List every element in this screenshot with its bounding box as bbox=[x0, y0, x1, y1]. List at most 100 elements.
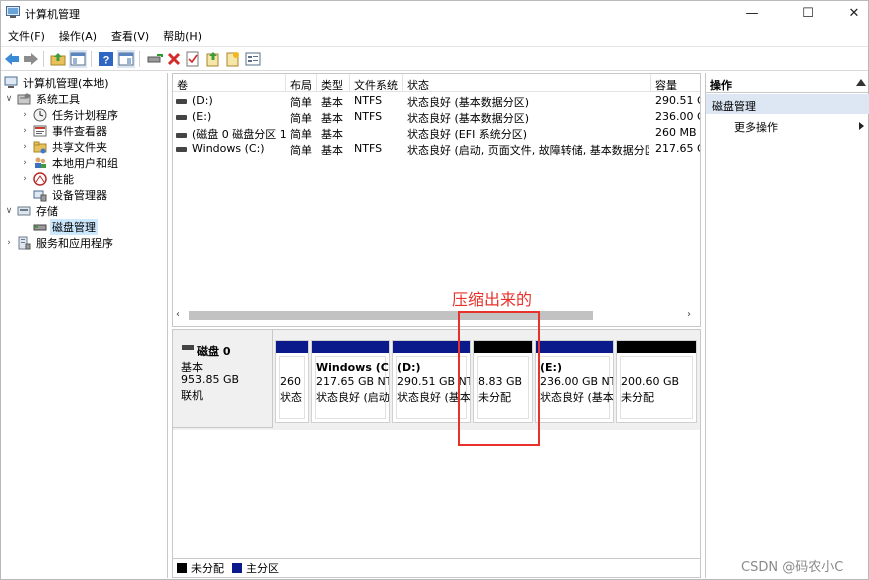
table-row[interactable]: Windows (C:) 简单 基本 NTFS 状态良好 (启动, 页面文件, … bbox=[173, 141, 700, 157]
volume-name: Windows (C:) bbox=[192, 142, 265, 155]
computer-management-window: 计算机管理 — ☐ ✕ 文件(F) 操作(A) 查看(V) 帮助(H) ? 计算… bbox=[0, 0, 869, 580]
close-button[interactable]: ✕ bbox=[831, 1, 869, 25]
volume-filesystem: NTFS bbox=[354, 94, 383, 107]
column-header-status[interactable]: 状态 bbox=[403, 74, 651, 92]
forward-button[interactable] bbox=[22, 50, 40, 68]
volume-layout: 简单 bbox=[290, 112, 312, 125]
chevron-right-icon[interactable]: › bbox=[20, 142, 30, 152]
tree-item-system-tools[interactable]: ∨ 系统工具 bbox=[4, 91, 82, 107]
partition-type-bar bbox=[312, 341, 389, 353]
new-document-icon bbox=[226, 52, 239, 67]
console-tree-icon bbox=[70, 52, 86, 66]
new-item-button[interactable] bbox=[224, 50, 242, 68]
tree-label: 服务和应用程序 bbox=[36, 237, 113, 250]
partition-type-bar bbox=[536, 341, 613, 353]
partition-status: 状态良好 (基本 bbox=[540, 391, 614, 404]
more-actions-item[interactable]: 更多操作 bbox=[734, 119, 778, 135]
show-console-tree-button[interactable] bbox=[69, 50, 87, 68]
partition-unallocated[interactable]: 200.60 GB 未分配 bbox=[616, 340, 697, 423]
menu-view[interactable]: 查看(V) bbox=[104, 26, 156, 45]
column-header-layout[interactable]: 布局 bbox=[286, 74, 317, 92]
watermark: CSDN @码农小C bbox=[741, 560, 844, 575]
toolbar-separator bbox=[139, 51, 140, 67]
submenu-arrow-icon[interactable] bbox=[859, 122, 864, 130]
table-row[interactable]: (磁盘 0 磁盘分区 1) 简单 基本 状态良好 (EFI 系统分区) 260 … bbox=[173, 125, 700, 141]
folder-up-icon bbox=[50, 53, 66, 66]
partition-title: (D:) bbox=[397, 361, 421, 374]
tree-item-device-manager[interactable]: 设备管理器 bbox=[33, 187, 109, 203]
clock-icon bbox=[33, 108, 47, 122]
performance-icon bbox=[33, 172, 47, 186]
volume-list: 卷 布局 类型 文件系统 状态 容量 (D:) 简单 基本 NTFS 状态良好 … bbox=[172, 73, 701, 327]
tree-label: 性能 bbox=[52, 173, 74, 186]
tree-item-shared-folders[interactable]: › 共享文件夹 bbox=[20, 139, 109, 155]
up-level-button[interactable] bbox=[49, 50, 67, 68]
column-header-filesystem[interactable]: 文件系统 bbox=[350, 74, 403, 92]
chevron-right-icon[interactable]: › bbox=[20, 126, 30, 136]
actions-group-disk-management[interactable]: 磁盘管理 bbox=[706, 94, 869, 114]
tree-item-services[interactable]: › 服务和应用程序 bbox=[4, 235, 115, 251]
legend-unallocated-swatch bbox=[177, 562, 187, 573]
services-icon bbox=[17, 236, 31, 250]
disk-graphical-view: 磁盘 0 基本 953.85 GB 联机 260 状态 Windows (C 2… bbox=[172, 329, 701, 578]
chevron-right-icon[interactable]: › bbox=[20, 158, 30, 168]
chevron-right-icon[interactable]: › bbox=[20, 110, 30, 120]
export-list-button[interactable] bbox=[204, 50, 222, 68]
table-row[interactable]: (D:) 简单 基本 NTFS 状态良好 (基本数据分区) 290.51 G bbox=[173, 93, 700, 109]
properties-button[interactable] bbox=[184, 50, 202, 68]
tree-item-performance[interactable]: › 性能 bbox=[20, 171, 76, 187]
annotation-label: 压缩出来的 bbox=[452, 290, 533, 309]
legend-primary-label: 主分区 bbox=[246, 561, 279, 575]
tree-label: 系统工具 bbox=[36, 93, 80, 106]
tree-item-storage[interactable]: ∨ 存储 bbox=[4, 203, 60, 219]
partition-size: 217.65 GB NT bbox=[316, 375, 390, 388]
menu-file[interactable]: 文件(F) bbox=[1, 26, 52, 45]
menu-help[interactable]: 帮助(H) bbox=[156, 26, 209, 45]
menu-action[interactable]: 操作(A) bbox=[52, 26, 104, 45]
tree-item-root[interactable]: 计算机管理(本地) bbox=[4, 75, 111, 91]
volume-type: 基本 bbox=[321, 144, 343, 157]
scroll-left-icon[interactable]: ‹ bbox=[176, 309, 180, 320]
volume-icon bbox=[176, 114, 187, 120]
chevron-right-icon[interactable]: › bbox=[20, 174, 30, 184]
chevron-down-icon[interactable]: ∨ bbox=[4, 206, 14, 216]
disk-list-button[interactable] bbox=[244, 50, 262, 68]
column-header-type[interactable]: 类型 bbox=[317, 74, 350, 92]
chevron-right-icon[interactable]: › bbox=[4, 238, 14, 248]
partition-c[interactable]: Windows (C 217.65 GB NT 状态良好 (启动 bbox=[311, 340, 390, 423]
column-header-volume[interactable]: 卷 bbox=[173, 74, 286, 92]
maximize-button[interactable]: ☐ bbox=[785, 1, 831, 25]
volume-layout: 简单 bbox=[290, 144, 312, 157]
tree-item-event-viewer[interactable]: › 事件查看器 bbox=[20, 123, 109, 139]
back-arrow-icon bbox=[5, 53, 19, 65]
back-button[interactable] bbox=[3, 50, 21, 68]
tree-item-disk-management[interactable]: 磁盘管理 bbox=[33, 219, 98, 235]
console-tree: 计算机管理(本地) ∨ 系统工具 › 任务计划程序 › 事件查看器 › 共享文件… bbox=[1, 73, 168, 578]
minimize-button[interactable]: — bbox=[729, 1, 775, 25]
collapse-up-icon[interactable] bbox=[856, 79, 866, 86]
partition-e[interactable]: (E:) 236.00 GB NT 状态良好 (基本 bbox=[535, 340, 614, 423]
connect-button[interactable] bbox=[146, 50, 164, 68]
delete-x-icon bbox=[167, 52, 181, 66]
horizontal-scrollbar[interactable]: ‹ › bbox=[173, 307, 700, 325]
tree-item-task-scheduler[interactable]: › 任务计划程序 bbox=[20, 107, 120, 123]
show-action-pane-button[interactable] bbox=[117, 50, 135, 68]
tree-label: 事件查看器 bbox=[52, 125, 107, 138]
storage-icon bbox=[17, 204, 31, 218]
chevron-down-icon[interactable]: ∨ bbox=[4, 94, 14, 104]
delete-button[interactable] bbox=[165, 50, 183, 68]
help-button[interactable]: ? bbox=[97, 50, 115, 68]
partition-efi[interactable]: 260 状态 bbox=[275, 340, 309, 423]
partition-size: 260 bbox=[280, 375, 301, 388]
tree-label: 计算机管理(本地) bbox=[23, 77, 109, 90]
tree-item-local-users[interactable]: › 本地用户和组 bbox=[20, 155, 120, 171]
legend-unallocated-label: 未分配 bbox=[191, 561, 224, 575]
disk-label-panel[interactable]: 磁盘 0 基本 953.85 GB 联机 bbox=[173, 330, 273, 428]
partition-title: Windows (C bbox=[316, 361, 389, 374]
table-row[interactable]: (E:) 简单 基本 NTFS 状态良好 (基本数据分区) 236.00 G bbox=[173, 109, 700, 125]
tree-label: 共享文件夹 bbox=[52, 141, 107, 154]
connect-drive-icon bbox=[147, 54, 163, 63]
scroll-right-icon[interactable]: › bbox=[687, 309, 691, 320]
column-header-capacity[interactable]: 容量 bbox=[651, 74, 700, 92]
partition-size: 200.60 GB bbox=[621, 375, 680, 388]
